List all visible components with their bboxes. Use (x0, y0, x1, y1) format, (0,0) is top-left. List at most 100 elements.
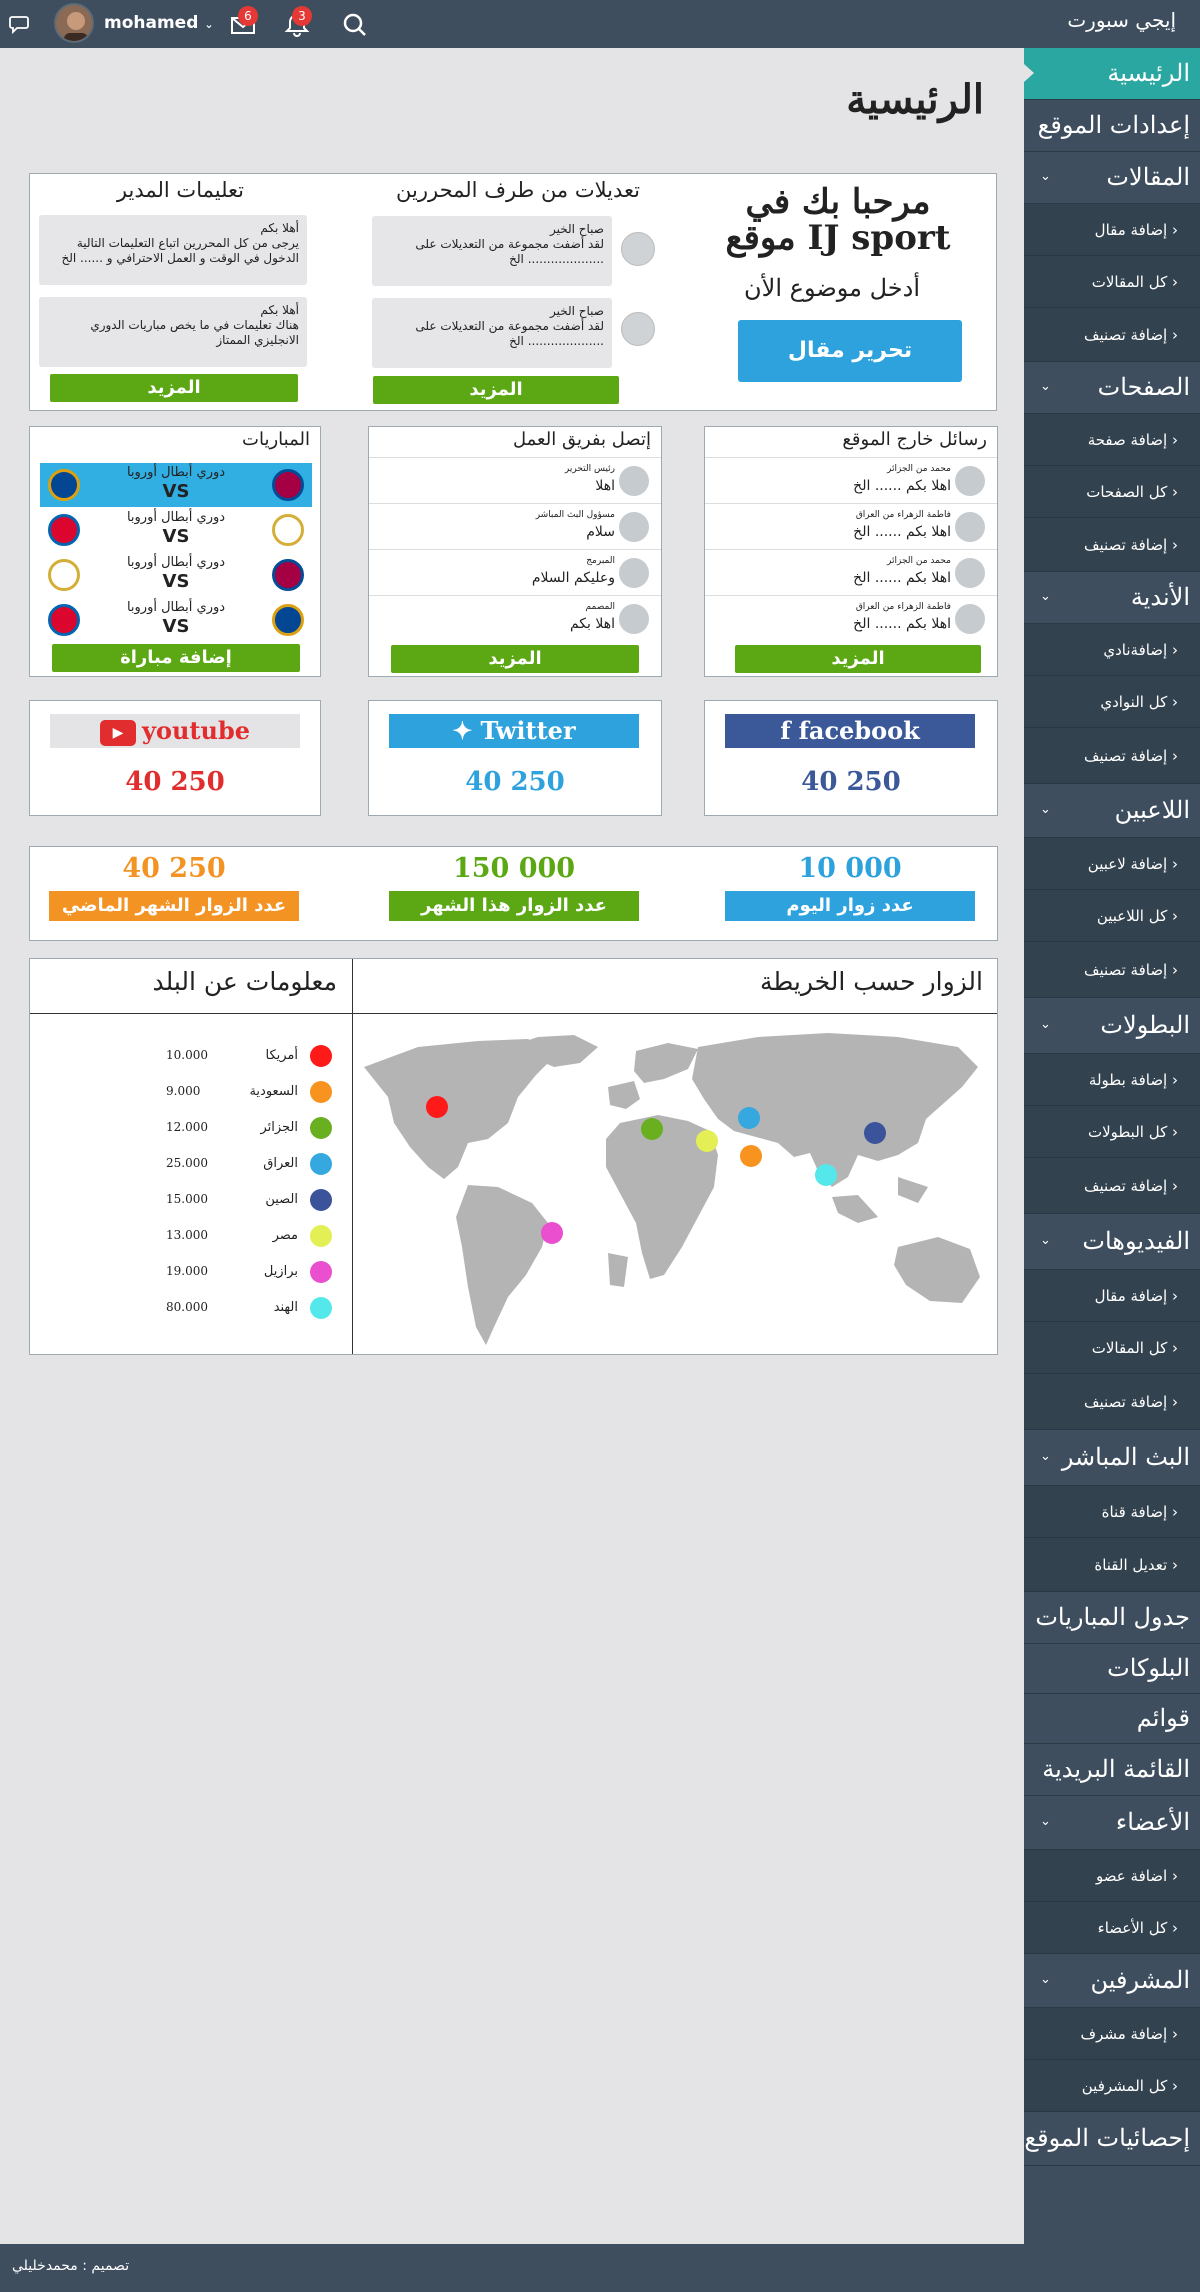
map-marker[interactable] (696, 1130, 718, 1152)
list-item[interactable]: محمد من الجزائر اهلا بكم ...... الخ (705, 549, 997, 595)
sidebar-sub-club-category[interactable]: ‹ إضافة تصنيف (1024, 728, 1200, 784)
list-item[interactable]: محمد من الجزائر اهلا بكم ...... الخ (705, 457, 997, 503)
sidebar-item-mailing[interactable]: القائمة البريدية (1024, 1744, 1200, 1796)
add-match-button[interactable]: إضافة مباراة (52, 644, 300, 672)
map-marker[interactable] (864, 1122, 886, 1144)
sidebar-sub-all-videos[interactable]: ‹ كل المقالات (1024, 1322, 1200, 1374)
sidebar-sub-add-league[interactable]: ‹ إضافة بطولة (1024, 1054, 1200, 1106)
country-row[interactable]: السعودية 9.000 (40, 1074, 352, 1110)
match-row[interactable]: دوري أبطال أوروبا VS (40, 463, 312, 507)
user-avatar[interactable] (54, 3, 94, 43)
avatar (619, 466, 649, 496)
map-marker[interactable] (426, 1096, 448, 1118)
sidebar-item-blocks[interactable]: البلوكات (1024, 1644, 1200, 1694)
sidebar-item-admins[interactable]: المشرفين ⌄ (1024, 1954, 1200, 2008)
country-row[interactable]: الجزائر 12.000 (40, 1110, 352, 1146)
twitter-label[interactable]: ✦ Twitter (389, 714, 639, 748)
external-more-button[interactable]: المزيد (735, 645, 981, 673)
map-marker[interactable] (815, 1164, 837, 1186)
list-item[interactable]: فاطمة الزهراء من العراق اهلا بكم ...... ا… (705, 595, 997, 641)
country-color-dot (310, 1153, 332, 1175)
twitter-count: 40 250 (465, 767, 565, 797)
chat-icon[interactable] (8, 12, 32, 36)
sidebar-sub-all-leagues[interactable]: ‹ كل البطولات (1024, 1106, 1200, 1158)
sidebar-sub-player-category[interactable]: ‹ إضافة تصنيف (1024, 942, 1200, 998)
editor-message[interactable]: صباح الخير لقد أضفت مجموعة من التعديلات ع… (372, 298, 612, 368)
editors-more-button[interactable]: المزيد (373, 376, 619, 404)
sidebar-sub-page-category[interactable]: ‹ إضافة تصنيف (1024, 518, 1200, 572)
brand-title[interactable]: إيجي سبورت (1067, 8, 1176, 32)
youtube-play-icon: ▶ (100, 719, 136, 746)
list-item[interactable]: المبرمج وعليكم السلام (369, 549, 661, 595)
sidebar-sub-add-page[interactable]: ‹ إضافة صفحة (1024, 414, 1200, 466)
sidebar-item-players[interactable]: اللاعبين ⌄ (1024, 784, 1200, 838)
country-color-dot (310, 1225, 332, 1247)
sidebar-sub-league-category[interactable]: ‹ إضافة تصنيف (1024, 1158, 1200, 1214)
map-title: الزوار حسب الخريطة (759, 967, 983, 996)
search-icon[interactable] (340, 10, 370, 40)
sidebar-sub-all-members[interactable]: ‹ كل الأعضاء (1024, 1902, 1200, 1954)
map-marker[interactable] (641, 1118, 663, 1140)
sidebar-sub-add-admin[interactable]: ‹ إضافة مشرف (1024, 2008, 1200, 2060)
last-month-visitors-label: عدد الزوار الشهر الماضي (49, 891, 299, 921)
facebook-label[interactable]: f facebook (725, 714, 975, 748)
sidebar-item-videos[interactable]: الفيديوهات ⌄ (1024, 1214, 1200, 1270)
manager-more-button[interactable]: المزيد (50, 374, 298, 402)
manager-title: تعليمات المدير (116, 178, 244, 202)
match-row[interactable]: دوري أبطال أوروبا VS (40, 598, 312, 642)
manager-message[interactable]: أهلا بكم هناك تعليمات في ما يخص مباريات ا… (39, 297, 307, 367)
sidebar-item-clubs[interactable]: الأندية ⌄ (1024, 572, 1200, 624)
sidebar-sub-all-articles[interactable]: ‹ كل المقالات (1024, 256, 1200, 308)
sidebar-item-lists[interactable]: قوائم (1024, 1694, 1200, 1744)
match-row[interactable]: دوري أبطال أوروبا VS (40, 553, 312, 597)
sidebar-sub-add-member[interactable]: ‹ اضافة عضو (1024, 1850, 1200, 1902)
chevron-down-icon: ⌄ (1040, 802, 1051, 817)
match-row[interactable]: دوري أبطال أوروبا VS (40, 508, 312, 552)
chevron-down-icon: ⌄ (1040, 379, 1051, 394)
sidebar-item-pages[interactable]: الصفحات ⌄ (1024, 362, 1200, 414)
list-item[interactable]: رئيس التحرير اهلا (369, 457, 661, 503)
country-row[interactable]: الصين 15.000 (40, 1182, 352, 1218)
map-marker[interactable] (738, 1107, 760, 1129)
sidebar-item-settings[interactable]: إعدادات الموقع (1024, 100, 1200, 152)
team-more-button[interactable]: المزيد (391, 645, 639, 673)
sidebar-sub-add-category[interactable]: ‹ إضافة تصنيف (1024, 308, 1200, 362)
sidebar-item-live[interactable]: البث المباشر ⌄ (1024, 1430, 1200, 1486)
user-name[interactable]: mohamed ⌄ (104, 13, 214, 33)
twitter-panel: ✦ Twitter 40 250 (368, 700, 662, 816)
chevron-down-icon: ⌄ (1040, 1972, 1051, 1987)
sidebar-sub-video-category[interactable]: ‹ إضافة تصنيف (1024, 1374, 1200, 1430)
map-marker[interactable] (541, 1222, 563, 1244)
sidebar-sub-edit-channel[interactable]: ‹ تعديل القناة (1024, 1538, 1200, 1592)
editor-message[interactable]: صباح الخير لقد أضفت مجموعة من التعديلات ع… (372, 216, 612, 286)
country-row[interactable]: العراق 25.000 (40, 1146, 352, 1182)
notification-badge: 3 (292, 6, 312, 26)
sidebar-item-leagues[interactable]: البطولات ⌄ (1024, 998, 1200, 1054)
sidebar-item-stats[interactable]: إحصائيات الموقع (1024, 2112, 1200, 2166)
sidebar-sub-add-channel[interactable]: ‹ إضافة قناة (1024, 1486, 1200, 1538)
list-item[interactable]: فاطمة الزهراء من العراق اهلا بكم ...... ا… (705, 503, 997, 549)
sidebar-sub-all-pages[interactable]: ‹ كل الصفحات (1024, 466, 1200, 518)
sidebar-sub-all-clubs[interactable]: ‹ كل النوادي (1024, 676, 1200, 728)
edit-article-button[interactable]: تحرير مقال (738, 320, 962, 382)
sidebar-sub-add-player[interactable]: ‹ إضافة لاعبين (1024, 838, 1200, 890)
sidebar-item-articles[interactable]: المقالات ⌄ (1024, 152, 1200, 204)
youtube-label[interactable]: ▶ youtube (50, 714, 300, 748)
sidebar-item-schedule[interactable]: جدول المباريات (1024, 1592, 1200, 1644)
top-bar: إيجي سبورت mohamed ⌄ 6 3 (0, 0, 1200, 48)
manager-message[interactable]: أهلا بكم يرجى من كل المحررين اتباع التعلي… (39, 215, 307, 285)
country-row[interactable]: الهند 80.000 (40, 1290, 352, 1326)
country-row[interactable]: أمريكا 10.000 (40, 1038, 352, 1074)
sidebar-item-home[interactable]: الرئيسية (1024, 48, 1200, 100)
sidebar-sub-all-players[interactable]: ‹ كل اللاعبين (1024, 890, 1200, 942)
list-item[interactable]: مسؤول البث المباشر سلام (369, 503, 661, 549)
country-row[interactable]: برازيل 19.000 (40, 1254, 352, 1290)
sidebar-sub-add-club[interactable]: ‹ إضافةنادي (1024, 624, 1200, 676)
map-marker[interactable] (740, 1145, 762, 1167)
sidebar-sub-add-article[interactable]: ‹ إضافة مقال (1024, 204, 1200, 256)
list-item[interactable]: المصمم اهلا بكم (369, 595, 661, 641)
sidebar-sub-add-video[interactable]: ‹ إضافة مقال (1024, 1270, 1200, 1322)
sidebar-sub-all-admins[interactable]: ‹ كل المشرفين (1024, 2060, 1200, 2112)
sidebar-item-members[interactable]: الأعضاء ⌄ (1024, 1796, 1200, 1850)
country-row[interactable]: مصر 13.000 (40, 1218, 352, 1254)
